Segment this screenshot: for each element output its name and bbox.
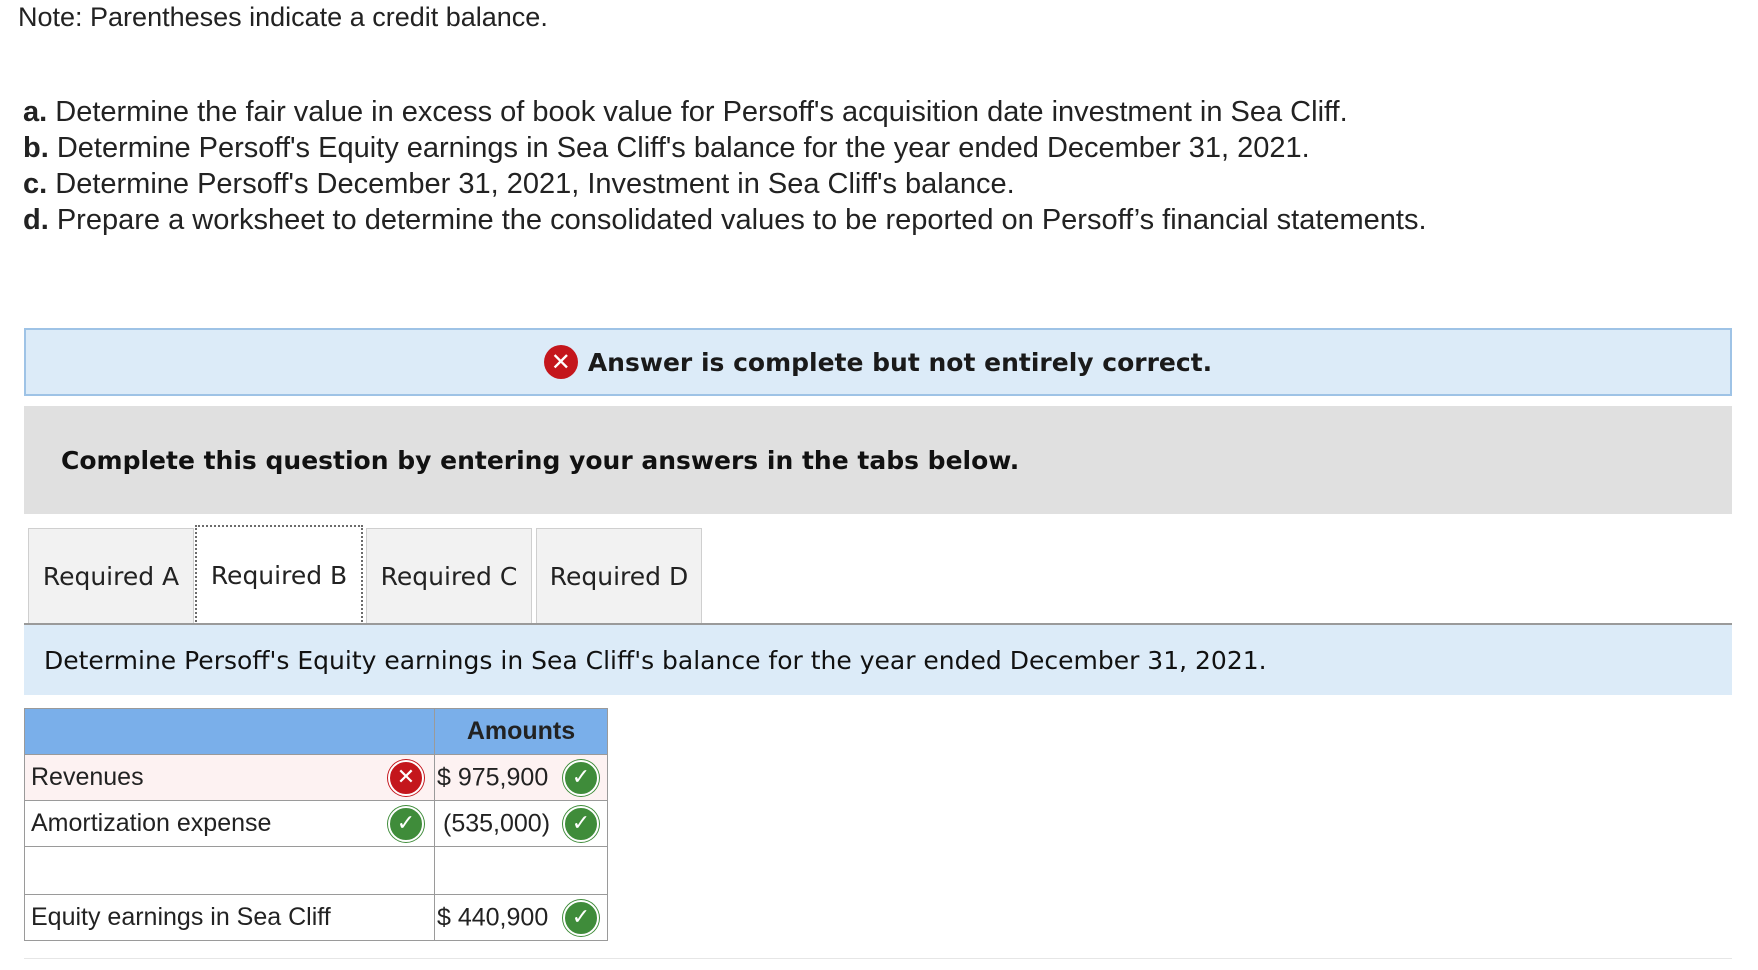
row-value-cell[interactable]: $ 440,900 ✓	[434, 894, 608, 941]
bottom-divider	[24, 958, 1732, 959]
x-circle-icon: ✕	[543, 345, 578, 379]
row-value-cell[interactable]: $ 975,900 ✓	[434, 754, 608, 801]
header-blank-cell	[24, 708, 435, 755]
check-circle-icon: ✓	[563, 805, 599, 842]
table-header-row: Amounts	[24, 708, 608, 755]
tab-required-c[interactable]: Required C	[366, 528, 532, 624]
answer-status-text: Answer is complete but not entirely corr…	[587, 347, 1213, 377]
requirement-a: a. Determine the fair value in excess of…	[23, 96, 1348, 128]
row-label-cell[interactable]: Amortization expense ✓	[24, 800, 435, 847]
requirement-b: b. Determine Persoff's Equity earnings i…	[23, 132, 1310, 164]
row-label: Amortization expense	[31, 809, 272, 837]
row-value: $ 440,900	[437, 903, 549, 931]
table-row: Revenues ✕ $ 975,900 ✓	[24, 754, 608, 801]
requirements-list: a. Determine the fair value in excess of…	[23, 94, 1427, 238]
row-label: Revenues	[31, 763, 144, 791]
check-circle-icon: ✓	[563, 759, 599, 796]
x-circle-icon: ✕	[388, 759, 424, 796]
check-circle-icon: ✓	[388, 805, 424, 842]
check-circle-icon: ✓	[563, 899, 599, 936]
requirement-d: d. Prepare a worksheet to determine the …	[23, 204, 1427, 236]
answer-status-banner: ✕ Answer is complete but not entirely co…	[24, 328, 1732, 396]
tab-required-b[interactable]: Required B	[195, 525, 363, 625]
row-value: (535,000)	[443, 809, 551, 837]
requirement-c: c. Determine Persoff's December 31, 2021…	[23, 168, 1015, 200]
complete-instructions: Complete this question by entering your …	[24, 406, 1732, 514]
row-value-cell[interactable]: (535,000) ✓	[434, 800, 608, 847]
table-total-row: Equity earnings in Sea Cliff $ 440,900 ✓	[24, 894, 608, 941]
row-label-cell[interactable]: Equity earnings in Sea Cliff	[24, 894, 435, 941]
answer-table: Amounts Revenues ✕ $ 975,900 ✓ Amortizat…	[24, 708, 608, 941]
table-row	[24, 846, 608, 895]
row-value-cell[interactable]	[434, 846, 608, 895]
tab-required-d[interactable]: Required D	[536, 528, 702, 624]
row-label-cell[interactable]: Revenues ✕	[24, 754, 435, 801]
table-row: Amortization expense ✓ (535,000) ✓	[24, 800, 608, 847]
row-label: Equity earnings in Sea Cliff	[31, 903, 331, 931]
note-text: Note: Parentheses indicate a credit bala…	[18, 2, 548, 32]
tab-instruction: Determine Persoff's Equity earnings in S…	[24, 625, 1732, 695]
row-value: $ 975,900	[437, 763, 549, 791]
header-amounts: Amounts	[434, 708, 608, 755]
row-label-cell[interactable]	[24, 846, 435, 895]
tab-required-a[interactable]: Required A	[28, 528, 194, 624]
